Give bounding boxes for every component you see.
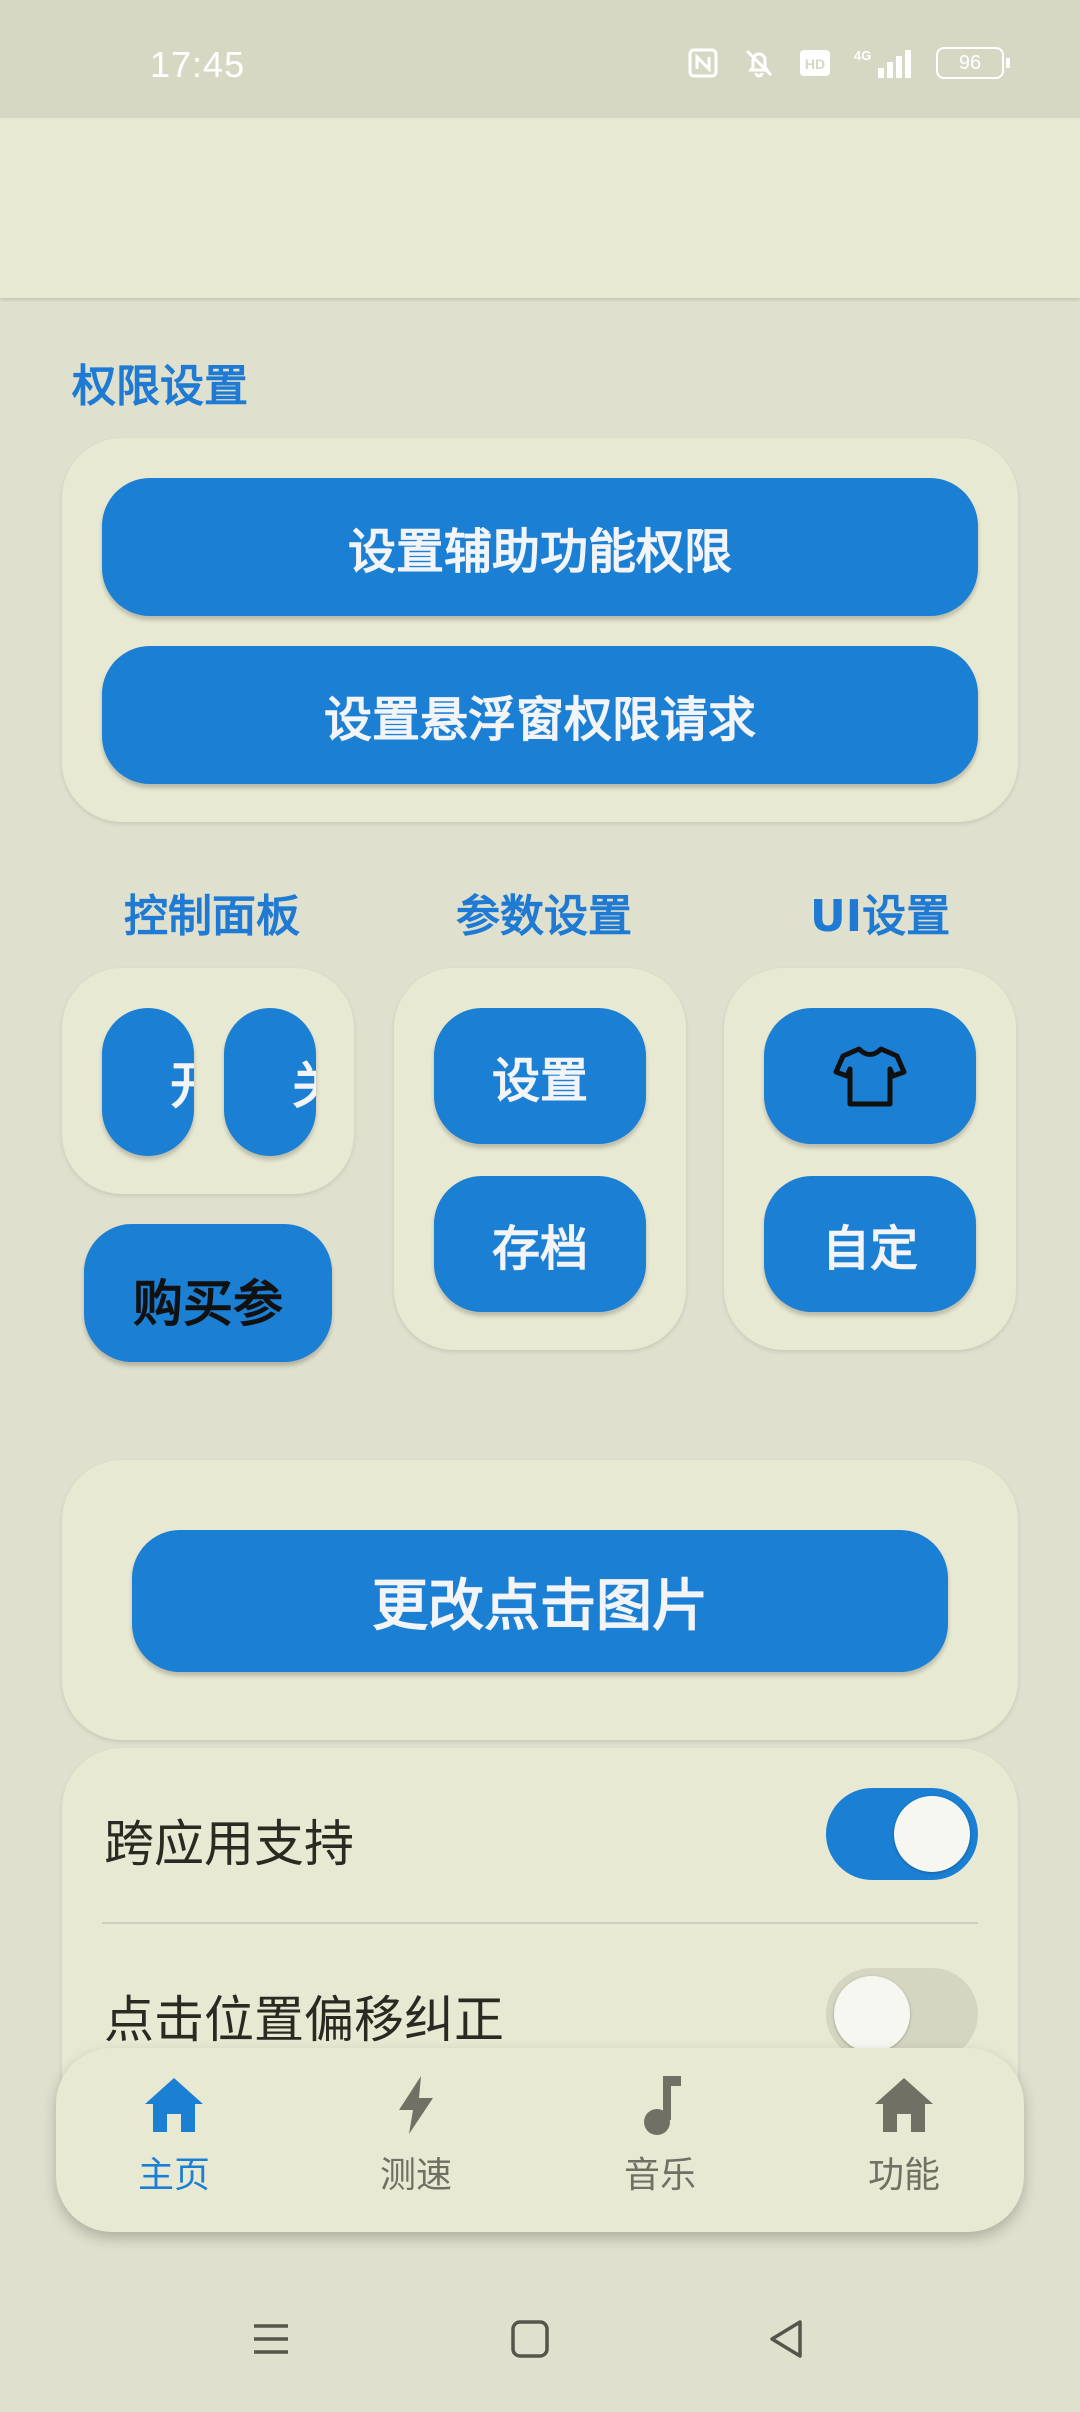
system-navigation-bar (0, 2252, 1080, 2412)
theme-button[interactable] (764, 1008, 976, 1144)
ui-settings-card: 自定 (724, 968, 1016, 1350)
nfc-icon (686, 46, 720, 80)
music-note-icon (644, 2076, 681, 2135)
cross-app-support-toggle[interactable] (826, 1788, 978, 1880)
hd-icon: HD (798, 46, 832, 80)
buy-params-button[interactable]: 购买参 (84, 1224, 332, 1362)
nav-functions[interactable]: 功能 (804, 2070, 1004, 2220)
mute-bell-icon (742, 46, 776, 80)
permissions-section-title: 权限设置 (72, 361, 248, 412)
overlay-permission-button[interactable]: 设置悬浮窗权限请求 (102, 646, 978, 784)
cross-app-support-label: 跨应用支持 (104, 1815, 354, 1873)
home-icon (145, 2078, 203, 2132)
control-panel-title: 控制面板 (124, 891, 300, 942)
svg-text:4G: 4G (854, 48, 871, 63)
settings-button[interactable]: 设置 (434, 1008, 646, 1144)
nav-music[interactable]: 音乐 (560, 2070, 760, 2220)
ui-settings-title: UI设置 (810, 891, 951, 942)
permissions-card: 设置辅助功能权限 设置悬浮窗权限请求 (62, 438, 1018, 822)
save-button[interactable]: 存档 (434, 1176, 646, 1312)
accessibility-permission-button[interactable]: 设置辅助功能权限 (102, 478, 978, 616)
control-on-button[interactable]: 开 (102, 1008, 194, 1156)
nav-speed-test[interactable]: 测速 (316, 2070, 516, 2220)
status-time: 17:45 (150, 44, 246, 85)
home-icon (875, 2078, 933, 2132)
params-card: 设置 存档 (394, 968, 686, 1350)
control-off-button[interactable]: 关 (224, 1008, 316, 1156)
shirt-icon (833, 1046, 907, 1107)
params-title: 参数设置 (456, 891, 632, 942)
custom-button[interactable]: 自定 (764, 1176, 976, 1312)
control-panel-card: 开 关 (62, 968, 354, 1194)
home-square-icon[interactable] (505, 2314, 555, 2364)
bottom-navigation: 主页 测速 音乐 功能 (56, 2048, 1024, 2232)
status-bar: 17:45 HD 4G 96 (0, 0, 1080, 118)
battery-icon: 96 (936, 47, 1010, 79)
battery-level: 96 (936, 47, 1004, 79)
bolt-icon (399, 2076, 433, 2134)
menu-icon[interactable] (246, 2314, 296, 2364)
offset-correction-toggle[interactable] (826, 1968, 978, 2060)
back-icon[interactable] (762, 2314, 812, 2364)
change-click-image-button[interactable]: 更改点击图片 (132, 1530, 948, 1672)
offset-correction-label: 点击位置偏移纠正 (104, 1991, 504, 2049)
change-image-card: 更改点击图片 (62, 1460, 1018, 1740)
top-app-bar (0, 118, 1080, 298)
signal-4g-icon: 4G (854, 46, 914, 80)
nav-home[interactable]: 主页 (74, 2070, 274, 2220)
svg-text:HD: HD (805, 56, 825, 72)
